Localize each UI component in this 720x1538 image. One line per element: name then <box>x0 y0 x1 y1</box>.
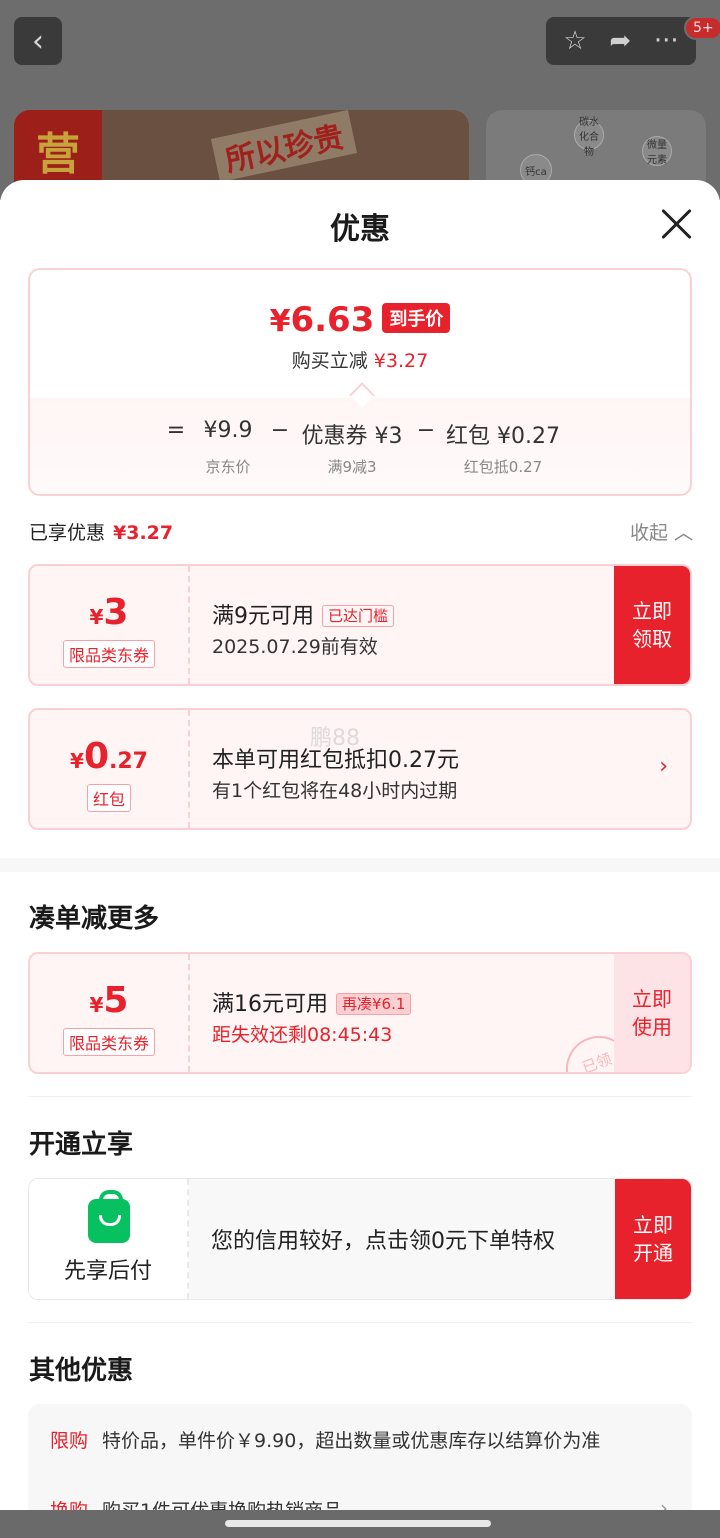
minus-sign: − <box>416 418 436 443</box>
coupon-countdown: 距失效还剩08:45:43 <box>212 1024 393 1046</box>
coupon-type-tag: 限品类东券 <box>62 640 156 668</box>
pay-later-brand: 先享后付 <box>29 1179 189 1299</box>
shopping-bag-icon <box>88 1190 130 1243</box>
jd-price-label: 京东价 <box>205 458 251 476</box>
watermark: 鹏88 <box>310 726 360 751</box>
sheet-title: 优惠 <box>330 212 390 247</box>
discount-sheet: 优惠 ¥6.63 到手价 购买立减 ¥3.27 = ¥9.9 京东价 − 优惠券 … <box>0 180 720 1538</box>
coupon-value-area: ¥3 限品类东券 <box>30 566 190 684</box>
collapse-button[interactable]: 收起 ︿ <box>630 518 693 545</box>
section-title-more: 凑单减更多 <box>29 904 160 934</box>
redpacket-tag: 红包 <box>86 784 132 812</box>
coupon-card: ¥3 限品类东券 满9元可用 已达门槛 2025.07.29前有效 立即领取 <box>28 564 692 686</box>
redpacket-expiry-note: 有1个红包将在48小时内过期 <box>212 780 458 802</box>
share-icon[interactable]: ➦ <box>609 26 631 56</box>
divider-line <box>28 1096 692 1097</box>
pay-later-text: 您的信用较好，点击领0元下单特权 <box>211 1229 555 1254</box>
other-discount-row: 限购 特价品，单件价￥9.90，超出数量或优惠库存以结算价为准 <box>50 1430 601 1452</box>
home-indicator[interactable] <box>225 1520 491 1527</box>
claim-coupon-button[interactable]: 立即领取 <box>614 566 690 684</box>
coupon-expiry: 2025.07.29前有效 <box>212 636 378 658</box>
coupon-amount: ¥5 <box>89 980 129 1021</box>
back-button[interactable]: ‹ <box>14 17 62 65</box>
redpacket-card[interactable]: ¥0.27 红包 本单可用红包抵扣0.27元 有1个红包将在48小时内过期 › <box>28 708 692 830</box>
reduce-value: ¥3.27 <box>373 350 429 372</box>
redpacket-amount: 红包 ¥0.27 <box>446 424 560 449</box>
more-icon[interactable]: ··· <box>654 26 679 56</box>
nutrient-dot: 微量元素 <box>642 136 672 166</box>
redpacket-value-area: ¥0.27 红包 <box>30 710 190 828</box>
coupon-type-tag: 限品类东券 <box>62 1028 156 1056</box>
section-title-other: 其他优惠 <box>29 1356 134 1386</box>
enjoyed-value: ¥3.27 <box>113 522 174 544</box>
coupon-condition: 满16元可用 再凑¥6.1 <box>212 986 412 1018</box>
open-pay-later-button[interactable]: 立即开通 <box>615 1179 691 1299</box>
price-summary-card: ¥6.63 到手价 购买立减 ¥3.27 = ¥9.9 京东价 − 优惠券 ¥3 … <box>28 268 692 496</box>
coupon-amount: 优惠券 ¥3 <box>301 424 403 449</box>
coupon-condition: 满9元可用 已达门槛 <box>212 598 395 630</box>
redpacket-rule: 红包抵0.27 <box>463 458 543 476</box>
final-price-row: ¥6.63 到手价 <box>30 300 690 340</box>
equals-sign: = <box>166 418 186 443</box>
chevron-up-icon: ︿ <box>674 522 694 544</box>
pay-later-name: 先享后付 <box>63 1259 152 1284</box>
final-price: ¥6.63 <box>269 300 375 340</box>
pay-later-card: 先享后付 您的信用较好，点击领0元下单特权 立即开通 <box>28 1178 692 1300</box>
section-title-open: 开通立享 <box>29 1130 134 1160</box>
close-icon[interactable] <box>660 208 692 240</box>
redpacket-amount: ¥0.27 <box>70 736 148 777</box>
chevron-right-icon: › <box>659 754 668 779</box>
star-icon[interactable]: ☆ <box>563 26 586 56</box>
enjoyed-discount: 已享优惠 ¥3.27 <box>29 522 174 544</box>
coupon-amount: ¥3 <box>89 592 129 633</box>
jd-price: ¥9.9 <box>203 418 253 443</box>
notification-badge: 5+ <box>684 16 720 40</box>
add-more-tag: 再凑¥6.1 <box>336 993 412 1015</box>
reduce-row: 购买立减 ¥3.27 <box>291 350 429 372</box>
banner-slogan: 所以珍贵 <box>210 110 358 183</box>
section-divider <box>0 858 720 872</box>
nutrient-dot: 碳水化合物 <box>574 117 604 158</box>
final-price-tag: 到手价 <box>382 303 451 333</box>
minus-sign: − <box>270 418 290 443</box>
threshold-tag: 已达门槛 <box>322 605 395 627</box>
more-coupon-card: ¥5 限品类东券 满16元可用 再凑¥6.1 距失效还剩08:45:43 已领 立… <box>28 952 692 1074</box>
coupon-rule: 满9减3 <box>327 458 377 476</box>
top-toolbar: ☆ ➦ ··· <box>546 17 696 65</box>
coupon-value-area: ¥5 限品类东券 <box>30 954 190 1072</box>
page: ‹ ☆ ➦ ··· 5+ 营 所以珍贵 碳水化合物 微量元素 钙ca 优惠 ¥6… <box>0 0 720 1538</box>
divider-line <box>28 1322 692 1323</box>
chevron-left-icon: ‹ <box>32 23 44 59</box>
price-formula: = ¥9.9 京东价 − 优惠券 ¥3 满9减3 − 红包 ¥0.27 红包抵0… <box>30 418 690 478</box>
use-coupon-button[interactable]: 立即使用 <box>614 954 690 1072</box>
